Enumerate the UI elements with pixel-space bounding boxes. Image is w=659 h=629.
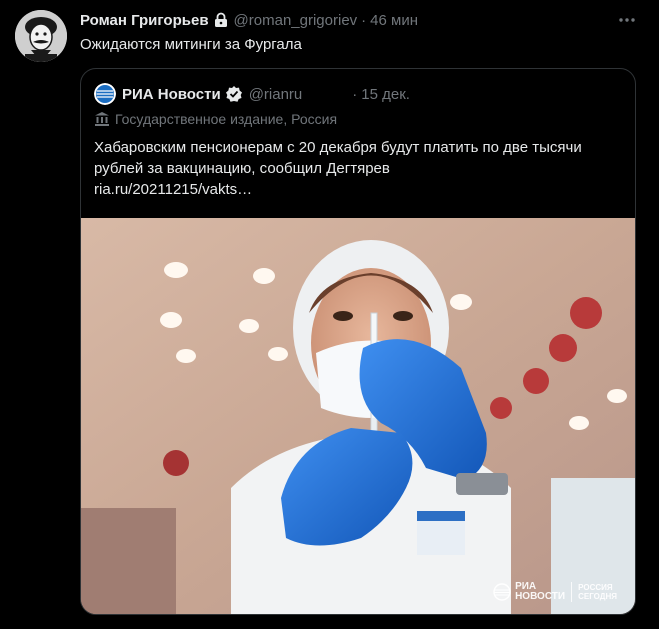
photo-watermark: РИА НОВОСТИ РОССИЯ СЕГОДНЯ [493,582,617,602]
separator-dot: · [361,11,367,29]
lock-icon [213,12,229,28]
watermark-line4: СЕГОДНЯ [578,592,617,601]
watermark-line3: РОССИЯ [578,583,613,592]
quoted-tweet-link[interactable]: ria.ru/20211215/vakts… [94,179,624,200]
author-name[interactable]: Роман Григорьев [80,12,209,29]
building-icon [94,111,110,127]
tweet-photo[interactable]: РИА НОВОСТИ РОССИЯ СЕГОДНЯ [81,218,635,614]
ria-logo[interactable] [94,83,116,105]
tweet[interactable]: Роман Григорьев @roman_grigoriev · 46 ми… [0,0,659,629]
quoted-timestamp[interactable]: 15 дек. [361,86,410,103]
author-avatar[interactable] [15,10,67,62]
quoted-tweet-body: Хабаровским пенсионерам с 20 декабря буд… [94,139,582,177]
tweet-text: Ожидаются митинги за Фургала [80,36,302,53]
more-icon[interactable] [617,10,637,30]
quoted-author-handle[interactable]: @rianru [249,86,303,103]
state-media-label[interactable]: Государственное издание, Россия [94,111,337,127]
quoted-tweet-text: Хабаровским пенсионерам с 20 декабря буд… [94,137,624,200]
quoted-tweet[interactable]: РИА Новости @rianru · 15 дек. Государств… [80,68,636,615]
tweet-header: Роман Григорьев @roman_grigoriev · 46 ми… [80,10,418,30]
quoted-separator-dot: · [352,85,358,103]
quoted-author-name[interactable]: РИА Новости [122,86,221,103]
watermark-line2: НОВОСТИ [515,591,566,602]
state-media-label-text: Государственное издание, Россия [115,111,338,127]
author-handle[interactable]: @roman_grigoriev [234,12,358,29]
verified-icon [225,85,243,103]
vaccination-photo [81,218,635,614]
quoted-tweet-header: РИА Новости @rianru · 15 дек. [94,83,410,105]
tweet-timestamp[interactable]: 46 мин [370,12,418,29]
ria-watermark-icon [493,583,511,601]
